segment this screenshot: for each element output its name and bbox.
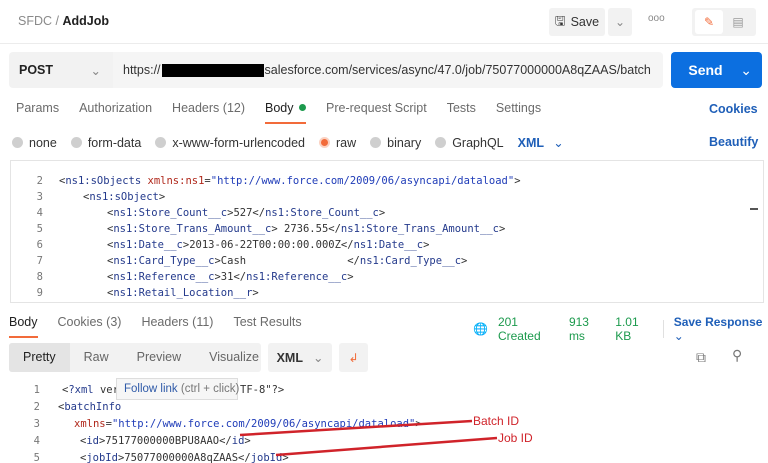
batch-id-arrow [239, 419, 473, 437]
batch-id-annotation: Batch ID [473, 414, 520, 428]
job-id-arrow [275, 436, 498, 457]
job-id-annotation: Job ID [498, 431, 533, 445]
annotation-lines [239, 419, 498, 457]
